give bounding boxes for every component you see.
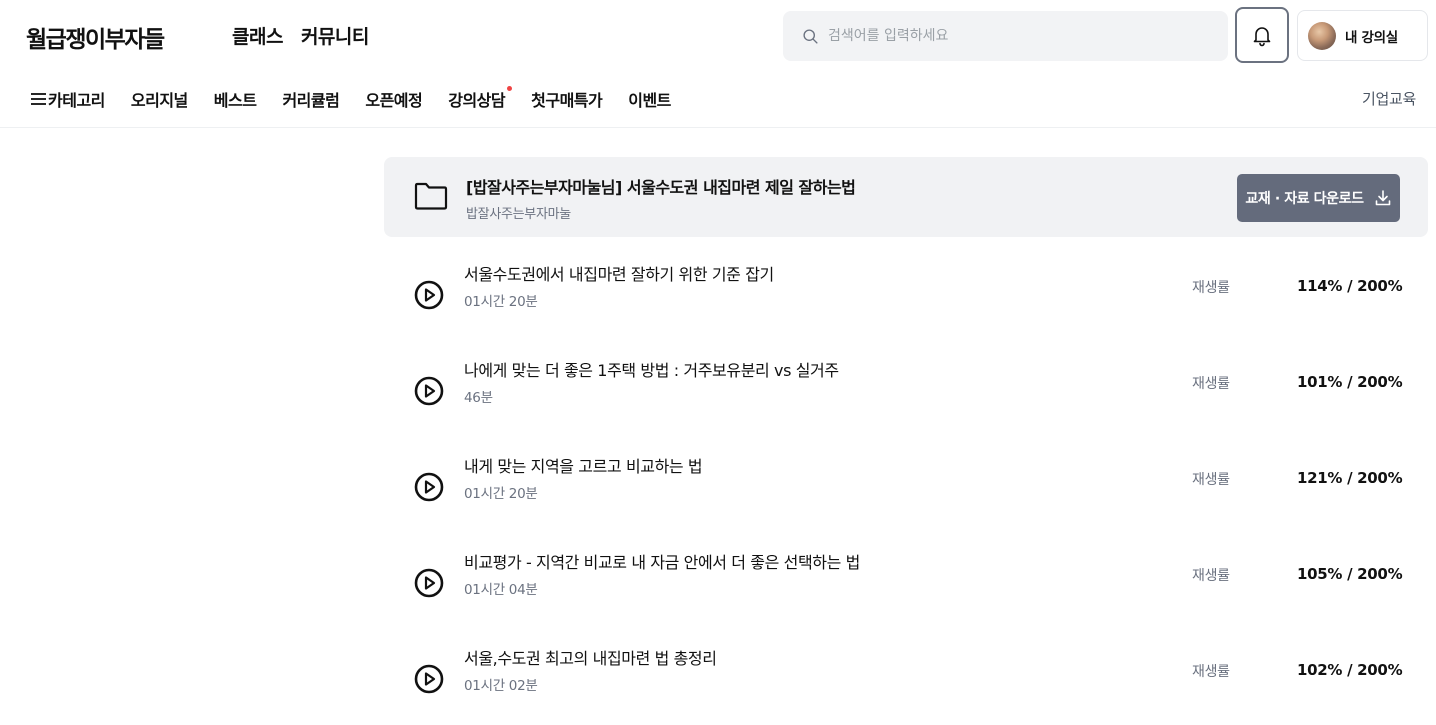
my-lectures-label: 내 강의실 [1345, 29, 1398, 46]
nav-event[interactable]: 이벤트 [628, 87, 671, 111]
lesson-row[interactable]: 비교평가 - 지역간 비교로 내 자금 안에서 더 좋은 선택하는 법 01시간… [384, 538, 1428, 630]
nav-original[interactable]: 오리지널 [131, 87, 188, 111]
nav-curriculum[interactable]: 커리큘럼 [282, 87, 339, 111]
lesson-row[interactable]: 내게 맞는 지역을 고르고 비교하는 법 01시간 20분 재생률 121% /… [384, 442, 1428, 534]
lesson-duration: 01시간 04분 [464, 582, 538, 598]
category-label: 카테고리 [48, 91, 105, 110]
search-icon [803, 28, 818, 44]
lesson-duration: 01시간 20분 [464, 486, 538, 502]
search-bar[interactable] [783, 11, 1228, 61]
course-title: [밥잘사주는부자마눌님] 서울수도권 내집마련 제일 잘하는법 [466, 178, 856, 197]
playback-rate-value: 102% / 200% [1297, 661, 1403, 679]
lesson-duration: 46분 [464, 390, 493, 406]
playback-rate-value: 121% / 200% [1297, 469, 1403, 487]
nav-consulting[interactable]: 강의상담 [448, 86, 513, 111]
bell-icon [1253, 27, 1271, 47]
play-icon[interactable] [414, 568, 444, 598]
course-author: 밥잘사주는부자마눌 [466, 207, 571, 222]
playback-rate-label: 재생률 [1192, 472, 1230, 488]
play-icon[interactable] [414, 472, 444, 502]
notification-dot [507, 86, 513, 91]
playback-rate-label: 재생률 [1192, 280, 1230, 296]
playback-rate-label: 재생률 [1192, 568, 1230, 584]
nav-upcoming[interactable]: 오픈예정 [365, 87, 422, 111]
lesson-duration: 01시간 20분 [464, 294, 538, 310]
nav-community[interactable]: 커뮤니티 [301, 22, 369, 49]
main-nav: 클래스 커뮤니티 [232, 22, 369, 49]
lesson-row[interactable]: 서울,수도권 최고의 내집마련 법 총정리 01시간 02분 재생률 102% … [384, 634, 1428, 725]
lesson-row[interactable]: 나에게 맞는 더 좋은 1주택 방법 : 거주보유분리 vs 실거주 46분 재… [384, 346, 1428, 438]
download-icon [1375, 190, 1390, 206]
nav-first-purchase[interactable]: 첫구매특가 [531, 87, 603, 111]
download-materials-button[interactable]: 교재 · 자료 다운로드 [1237, 174, 1400, 222]
play-icon[interactable] [414, 376, 444, 406]
nav-corporate-education[interactable]: 기업교육 [1362, 88, 1416, 109]
top-header: 월급쟁이부자들 클래스 커뮤니티 내 강의실 [0, 0, 1436, 72]
nav-class[interactable]: 클래스 [232, 22, 283, 49]
lesson-title[interactable]: 나에게 맞는 더 좋은 1주택 방법 : 거주보유분리 vs 실거주 [464, 357, 839, 381]
my-lectures-button[interactable]: 내 강의실 [1297, 10, 1428, 61]
playback-rate-value: 114% / 200% [1297, 277, 1403, 295]
lesson-title[interactable]: 서울수도권에서 내집마련 잘하기 위한 기준 잡기 [464, 261, 774, 285]
folder-icon [414, 182, 448, 210]
search-input[interactable] [828, 28, 1208, 44]
nav-best[interactable]: 베스트 [214, 87, 257, 111]
playback-rate-label: 재생률 [1192, 376, 1230, 392]
nav-consulting-label: 강의상담 [448, 91, 506, 110]
hamburger-icon [31, 93, 46, 105]
notification-button[interactable] [1235, 7, 1289, 63]
category-menu[interactable]: 카테고리 [30, 87, 105, 111]
playback-rate-value: 101% / 200% [1297, 373, 1403, 391]
playback-rate-value: 105% / 200% [1297, 565, 1403, 583]
play-icon[interactable] [414, 664, 444, 694]
lesson-title[interactable]: 서울,수도권 최고의 내집마련 법 총정리 [464, 645, 717, 669]
lesson-row[interactable]: 서울수도권에서 내집마련 잘하기 위한 기준 잡기 01시간 20분 재생률 1… [384, 250, 1428, 342]
download-label: 교재 · 자료 다운로드 [1245, 191, 1364, 207]
category-nav: 카테고리 오리지널 베스트 커리큘럼 오픈예정 강의상담 첫구매특가 이벤트 기… [0, 72, 1436, 128]
avatar [1308, 21, 1336, 50]
lesson-title[interactable]: 내게 맞는 지역을 고르고 비교하는 법 [464, 453, 703, 477]
lesson-title[interactable]: 비교평가 - 지역간 비교로 내 자금 안에서 더 좋은 선택하는 법 [464, 549, 860, 573]
lesson-duration: 01시간 02분 [464, 678, 538, 694]
course-header: [밥잘사주는부자마눌님] 서울수도권 내집마련 제일 잘하는법 밥잘사주는부자마… [384, 157, 1428, 237]
playback-rate-label: 재생률 [1192, 664, 1230, 680]
play-icon[interactable] [414, 280, 444, 310]
site-logo[interactable]: 월급쟁이부자들 [26, 20, 165, 54]
